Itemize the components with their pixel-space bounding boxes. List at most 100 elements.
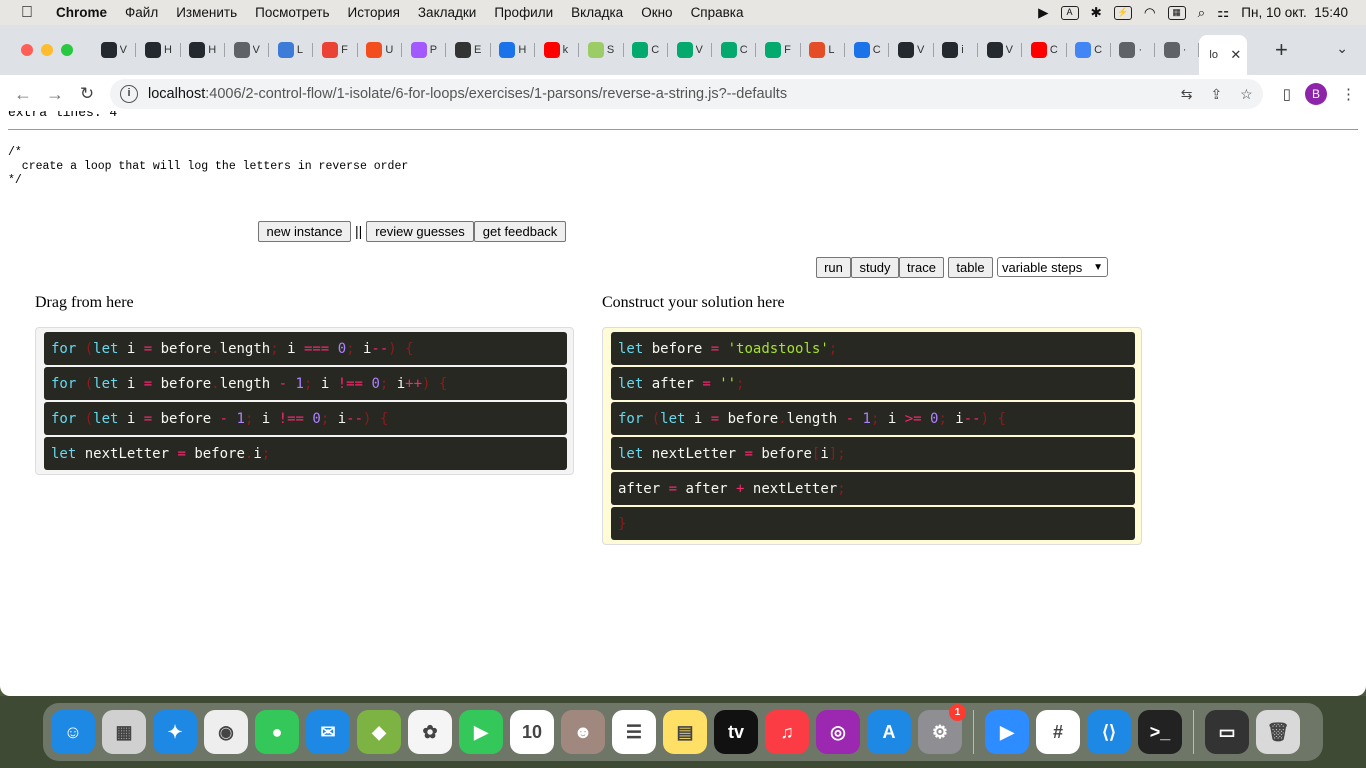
- safari-icon[interactable]: ✦: [153, 710, 197, 754]
- new-tab-button[interactable]: +: [1267, 37, 1295, 63]
- forward-button[interactable]: →: [42, 81, 68, 107]
- solution-blocks-area[interactable]: let before = 'toadstools'; let after = ''…: [602, 327, 1142, 545]
- tab-13[interactable]: V: [668, 34, 713, 66]
- launchpad-icon[interactable]: ▦: [102, 710, 146, 754]
- tab-11[interactable]: S: [579, 34, 624, 66]
- facetime-icon[interactable]: ▶: [459, 710, 503, 754]
- messages-icon[interactable]: ●: [255, 710, 299, 754]
- menu-history[interactable]: История: [339, 5, 409, 20]
- back-button[interactable]: ←: [10, 81, 36, 107]
- tab-18[interactable]: V: [889, 34, 934, 66]
- menu-file[interactable]: Файл: [116, 5, 167, 20]
- podcasts-icon[interactable]: ◎: [816, 710, 860, 754]
- spotlight-search-icon[interactable]: ⌕: [1198, 5, 1206, 21]
- input-menu-icon[interactable]: ▦: [1167, 5, 1186, 20]
- code-block[interactable]: let before = 'toadstools';: [611, 332, 1135, 365]
- play-icon[interactable]: ▶: [1038, 5, 1048, 21]
- tab-1[interactable]: H: [136, 34, 181, 66]
- get-feedback-button[interactable]: get feedback: [474, 221, 566, 242]
- tab-23[interactable]: ·: [1111, 34, 1156, 66]
- apple-menu-icon[interactable]: : [0, 4, 54, 22]
- code-block[interactable]: for (let i = before. length - 1; i >= 0; …: [611, 402, 1135, 435]
- code-block[interactable]: for (let i = before. length - 1; i !== 0;…: [44, 367, 567, 400]
- code-block[interactable]: let after = '';: [611, 367, 1135, 400]
- table-button[interactable]: table: [948, 257, 993, 278]
- chrome-menu-icon[interactable]: ⋮: [1341, 85, 1356, 103]
- photos-icon[interactable]: ✿: [408, 710, 452, 754]
- menu-profiles[interactable]: Профили: [485, 5, 562, 20]
- reload-button[interactable]: ↻: [74, 81, 100, 107]
- menu-tab[interactable]: Вкладка: [562, 5, 632, 20]
- tab-15[interactable]: F: [756, 34, 802, 66]
- maps-icon[interactable]: ◆: [357, 710, 401, 754]
- url-text[interactable]: localhost:4006/2-control-flow/1-isolate/…: [148, 86, 787, 102]
- battery-icon[interactable]: ⚡: [1113, 5, 1132, 20]
- trace-button[interactable]: trace: [899, 257, 944, 278]
- close-tab-icon[interactable]: ✕: [1230, 47, 1241, 63]
- slack-icon[interactable]: #: [1036, 710, 1080, 754]
- share-icon[interactable]: ⇪: [1210, 86, 1222, 103]
- bluetooth-icon[interactable]: ✱: [1091, 5, 1102, 21]
- tab-8[interactable]: E: [446, 34, 491, 66]
- zoom-icon[interactable]: ▶: [985, 710, 1029, 754]
- study-button[interactable]: study: [851, 257, 899, 278]
- code-block[interactable]: after = after + nextLetter;: [611, 472, 1135, 505]
- tab-4[interactable]: L: [269, 34, 314, 66]
- menu-view[interactable]: Посмотреть: [246, 5, 338, 20]
- tab-17[interactable]: C: [845, 34, 890, 66]
- new-instance-button[interactable]: new instance: [258, 221, 351, 242]
- source-blocks-area[interactable]: for (let i = before. length; i === 0; i --…: [35, 327, 574, 475]
- terminal-icon[interactable]: >_: [1138, 710, 1182, 754]
- notes-icon[interactable]: ▤: [663, 710, 707, 754]
- review-guesses-button[interactable]: review guesses: [366, 221, 474, 242]
- code-block[interactable]: let nextLetter = before. i;: [44, 437, 567, 470]
- tab-24[interactable]: ·: [1155, 34, 1200, 66]
- translate-icon[interactable]: ⇆: [1181, 86, 1193, 103]
- code-block[interactable]: for (let i = before. length; i === 0; i --…: [44, 332, 567, 365]
- minimize-window-button[interactable]: [41, 44, 53, 56]
- side-panel-icon[interactable]: ▯: [1283, 85, 1291, 103]
- contacts-icon[interactable]: ☻: [561, 710, 605, 754]
- tab-22[interactable]: C: [1067, 34, 1112, 66]
- profile-avatar[interactable]: B: [1305, 83, 1327, 105]
- tab-16[interactable]: L: [801, 34, 846, 66]
- run-button[interactable]: run: [816, 257, 851, 278]
- tab-19[interactable]: i: [934, 34, 979, 66]
- tab-14[interactable]: C: [712, 34, 757, 66]
- code-block[interactable]: let nextLetter = before[i];: [611, 437, 1135, 470]
- chrome-icon[interactable]: ◉: [204, 710, 248, 754]
- music-icon[interactable]: ♫: [765, 710, 809, 754]
- fullscreen-window-button[interactable]: [61, 44, 73, 56]
- tab-21[interactable]: C: [1022, 34, 1067, 66]
- tab-0[interactable]: V: [92, 34, 137, 66]
- close-window-button[interactable]: [21, 44, 33, 56]
- tab-10[interactable]: k: [535, 34, 580, 66]
- trash-icon[interactable]: 🗑: [1256, 710, 1300, 754]
- menu-help[interactable]: Справка: [682, 5, 753, 20]
- appstore-icon[interactable]: A: [867, 710, 911, 754]
- tab-3[interactable]: V: [225, 34, 270, 66]
- menu-edit[interactable]: Изменить: [167, 5, 246, 20]
- keyboard-layout-icon[interactable]: A: [1060, 5, 1079, 20]
- tab-search-chevron-icon[interactable]: ⌄: [1336, 40, 1348, 57]
- control-center-icon[interactable]: ⚏: [1217, 5, 1229, 21]
- steps-select[interactable]: variable steps ▼: [997, 257, 1108, 277]
- tab-2[interactable]: H: [181, 34, 226, 66]
- tab-12[interactable]: C: [624, 34, 669, 66]
- finder-icon[interactable]: ☺: [51, 710, 95, 754]
- vscode-icon[interactable]: ⟨⟩: [1087, 710, 1131, 754]
- reminders-icon[interactable]: ☰: [612, 710, 656, 754]
- calendar-icon[interactable]: 10: [510, 710, 554, 754]
- wifi-icon[interactable]: ◠: [1144, 5, 1156, 21]
- code-block[interactable]: }: [611, 507, 1135, 540]
- menu-bookmarks[interactable]: Закладки: [409, 5, 485, 20]
- tab-active[interactable]: lo ✕: [1199, 35, 1248, 75]
- tab-5[interactable]: F: [313, 34, 359, 66]
- bookmark-star-icon[interactable]: ☆: [1240, 86, 1253, 103]
- tab-9[interactable]: H: [491, 34, 536, 66]
- code-block[interactable]: for (let i = before - 1; i !== 0; i --) {: [44, 402, 567, 435]
- tab-20[interactable]: V: [978, 34, 1023, 66]
- preview-window-icon[interactable]: ▭: [1205, 710, 1249, 754]
- settings-icon[interactable]: ⚙ 1: [918, 704, 966, 754]
- menu-app-name[interactable]: Chrome: [54, 5, 116, 20]
